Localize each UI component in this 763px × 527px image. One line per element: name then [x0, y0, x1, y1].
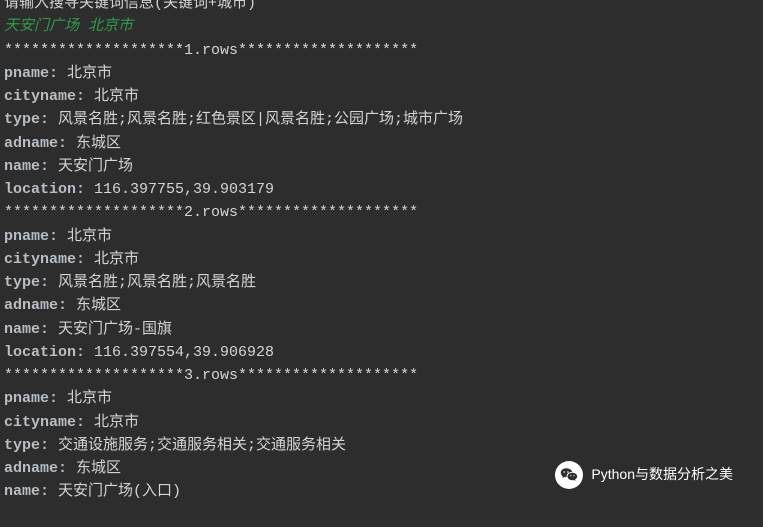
- field-label: name:: [4, 483, 49, 500]
- row-header: ********************3.rows**************…: [4, 364, 759, 387]
- field-label: pname:: [4, 228, 58, 245]
- output-line: type: 风景名胜;风景名胜;红色景区|风景名胜;公园广场;城市广场: [4, 108, 759, 131]
- field-value: 116.397554,39.906928: [94, 344, 274, 361]
- user-input-line: 天安门广场 北京市: [4, 15, 759, 38]
- field-label: cityname:: [4, 251, 85, 268]
- field-value: 风景名胜;风景名胜;风景名胜: [58, 274, 256, 291]
- watermark-text: Python与数据分析之美: [591, 464, 733, 486]
- field-label: cityname:: [4, 414, 85, 431]
- field-value: 天安门广场: [58, 158, 133, 175]
- field-value: 东城区: [76, 460, 121, 477]
- output-line: pname: 北京市: [4, 387, 759, 410]
- output-line: cityname: 北京市: [4, 248, 759, 271]
- field-label: type:: [4, 274, 49, 291]
- field-value: 北京市: [94, 88, 139, 105]
- output-line: cityname: 北京市: [4, 411, 759, 434]
- output-line: pname: 北京市: [4, 225, 759, 248]
- field-value: 东城区: [76, 135, 121, 152]
- field-value: 北京市: [67, 65, 112, 82]
- field-value: 北京市: [94, 414, 139, 431]
- prompt-line: 请输入搜寻关键词信息(关键词+城市): [4, 0, 759, 15]
- field-value: 北京市: [94, 251, 139, 268]
- row-header: ********************1.rows**************…: [4, 39, 759, 62]
- field-label: location:: [4, 344, 85, 361]
- output-line: location: 116.397554,39.906928: [4, 341, 759, 364]
- watermark: Python与数据分析之美: [555, 461, 733, 489]
- row-header: ********************2.rows**************…: [4, 201, 759, 224]
- terminal-output: 请输入搜寻关键词信息(关键词+城市) 天安门广场 北京市 ***********…: [0, 0, 763, 504]
- field-value: 天安门广场-国旗: [58, 321, 172, 338]
- field-label: name:: [4, 321, 49, 338]
- wechat-icon: [555, 461, 583, 489]
- field-label: cityname:: [4, 88, 85, 105]
- output-line: adname: 东城区: [4, 294, 759, 317]
- output-line: cityname: 北京市: [4, 85, 759, 108]
- field-value: 风景名胜;风景名胜;红色景区|风景名胜;公园广场;城市广场: [58, 111, 463, 128]
- field-value: 天安门广场(入口): [58, 483, 181, 500]
- field-label: pname:: [4, 390, 58, 407]
- output-line: location: 116.397755,39.903179: [4, 178, 759, 201]
- field-label: type:: [4, 437, 49, 454]
- field-value: 北京市: [67, 390, 112, 407]
- field-label: type:: [4, 111, 49, 128]
- field-value: 116.397755,39.903179: [94, 181, 274, 198]
- output-line: type: 风景名胜;风景名胜;风景名胜: [4, 271, 759, 294]
- output-line: pname: 北京市: [4, 62, 759, 85]
- field-label: location:: [4, 181, 85, 198]
- output-line: name: 天安门广场-国旗: [4, 318, 759, 341]
- output-line: type: 交通设施服务;交通服务相关;交通服务相关: [4, 434, 759, 457]
- output-line: adname: 东城区: [4, 132, 759, 155]
- field-label: adname:: [4, 460, 67, 477]
- field-value: 北京市: [67, 228, 112, 245]
- field-label: name:: [4, 158, 49, 175]
- output-line: name: 天安门广场: [4, 155, 759, 178]
- field-value: 交通设施服务;交通服务相关;交通服务相关: [58, 437, 346, 454]
- field-value: 东城区: [76, 297, 121, 314]
- field-label: pname:: [4, 65, 58, 82]
- field-label: adname:: [4, 135, 67, 152]
- field-label: adname:: [4, 297, 67, 314]
